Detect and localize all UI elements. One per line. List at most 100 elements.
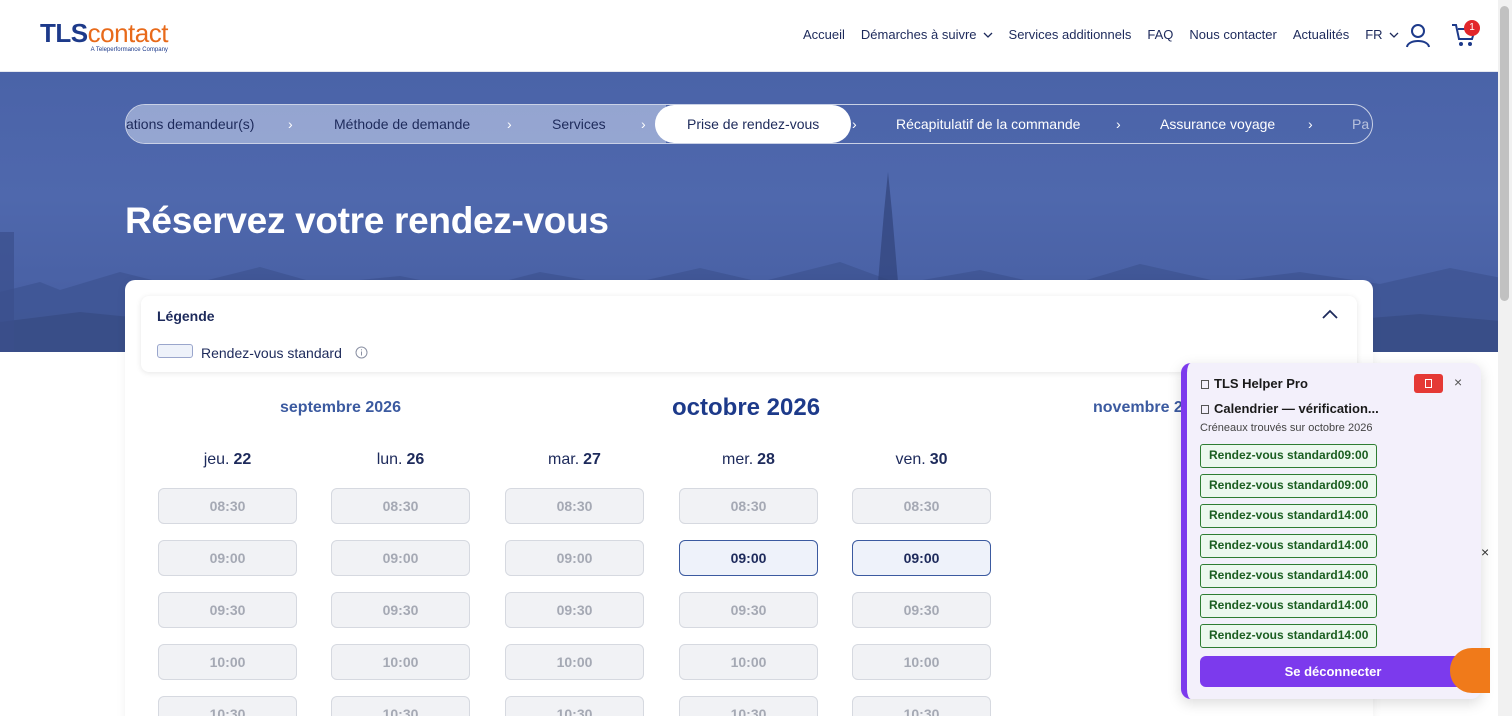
day-name: ven. xyxy=(895,451,926,468)
nav-nous-contacter[interactable]: Nous contacter xyxy=(1189,27,1276,42)
square-icon xyxy=(1425,379,1432,388)
step-prise-rendez-vous[interactable]: Prise de rendez-vous xyxy=(655,105,852,143)
time-slot-unavailable[interactable]: 08:30 xyxy=(852,488,991,524)
time-slot-unavailable[interactable]: 10:00 xyxy=(505,644,644,680)
helper-status: Calendrier — vérification... xyxy=(1201,401,1379,416)
time-slot-available[interactable]: 09:00 xyxy=(679,540,818,576)
time-slot-unavailable[interactable]: 09:00 xyxy=(331,540,470,576)
nav-services-additionnels[interactable]: Services additionnels xyxy=(1009,27,1132,42)
helper-slot-item[interactable]: Rendez-vous standard09:00 xyxy=(1200,474,1378,498)
day-name: mar. xyxy=(548,451,580,468)
day-column-header: jeu. 22 xyxy=(158,451,297,469)
nav-demarches[interactable]: Démarches à suivre xyxy=(861,27,993,42)
nav-faq[interactable]: FAQ xyxy=(1147,27,1173,42)
nav-actualites[interactable]: Actualités xyxy=(1293,27,1349,42)
next-month-link[interactable]: novembre 2 xyxy=(1093,399,1183,417)
time-slot-unavailable[interactable]: 10:30 xyxy=(679,696,818,716)
time-slot-unavailable[interactable]: 08:30 xyxy=(505,488,644,524)
prev-month-link[interactable]: septembre 2026 xyxy=(280,399,401,417)
day-name: lun. xyxy=(376,451,403,468)
time-slot-unavailable[interactable]: 10:00 xyxy=(331,644,470,680)
day-number: 27 xyxy=(583,451,601,468)
time-slot-available[interactable]: 09:00 xyxy=(852,540,991,576)
chat-button[interactable] xyxy=(1450,648,1490,693)
time-slot-unavailable[interactable]: 10:00 xyxy=(852,644,991,680)
time-slot-unavailable[interactable]: 09:00 xyxy=(158,540,297,576)
time-slot-unavailable[interactable]: 09:00 xyxy=(505,540,644,576)
step-arrow-4: › xyxy=(852,116,857,132)
helper-title-text: TLS Helper Pro xyxy=(1214,376,1308,391)
scrollbar-thumb[interactable] xyxy=(1500,6,1509,301)
step-methode[interactable]: Méthode de demande xyxy=(334,105,470,143)
time-slot-unavailable[interactable]: 09:30 xyxy=(158,592,297,628)
cart-count-badge: 1 xyxy=(1464,20,1480,36)
day-number: 30 xyxy=(929,451,948,468)
time-slot-unavailable[interactable]: 09:30 xyxy=(852,592,991,628)
stop-button[interactable] xyxy=(1414,374,1443,393)
tls-helper-panel: TLS Helper Pro × Calendrier — vérificati… xyxy=(1181,363,1481,699)
chevron-down-icon xyxy=(1389,32,1399,38)
time-slot-unavailable[interactable]: 09:30 xyxy=(505,592,644,628)
day-column-header: mer. 28 xyxy=(679,451,818,469)
legend-standard-label: Rendez-vous standard xyxy=(201,345,342,361)
day-column-header: mar. 27 xyxy=(505,451,644,469)
time-slot-unavailable[interactable]: 08:30 xyxy=(679,488,818,524)
step-paiement[interactable]: Pa xyxy=(1352,105,1369,143)
step-services[interactable]: Services xyxy=(552,105,606,143)
step-applicants[interactable]: ations demandeur(s) xyxy=(126,105,254,143)
helper-slot-item[interactable]: Rendez-vous standard14:00 xyxy=(1200,564,1378,588)
square-icon xyxy=(1201,405,1209,414)
step-arrow-5: › xyxy=(1116,116,1121,132)
logo-tls-text: TLS xyxy=(40,18,88,48)
logo-contact-text: contact xyxy=(87,18,169,48)
time-slot-unavailable[interactable]: 09:30 xyxy=(679,592,818,628)
day-name: jeu. xyxy=(203,451,230,468)
time-slot-unavailable[interactable]: 10:00 xyxy=(679,644,818,680)
nav-demarches-label: Démarches à suivre xyxy=(860,27,977,42)
legend-title: Légende xyxy=(157,308,215,324)
user-account-icon[interactable] xyxy=(1405,22,1431,48)
language-selector[interactable]: FR xyxy=(1365,27,1399,42)
nav-accueil[interactable]: Accueil xyxy=(803,27,845,42)
booking-stepper: ations demandeur(s) › Méthode de demande… xyxy=(125,104,1373,144)
helper-slot-item[interactable]: Rendez-vous standard14:00 xyxy=(1200,594,1378,618)
close-icon[interactable]: × xyxy=(1454,374,1462,390)
time-slot-unavailable[interactable]: 10:30 xyxy=(158,696,297,716)
time-slot-unavailable[interactable]: 08:30 xyxy=(331,488,470,524)
time-slot-unavailable[interactable]: 09:30 xyxy=(331,592,470,628)
time-slot-unavailable[interactable]: 08:30 xyxy=(158,488,297,524)
day-name: mer. xyxy=(722,451,754,468)
site-header: TLScontact A Teleperformance Company Acc… xyxy=(0,0,1512,72)
main-nav: Accueil Démarches à suivre Services addi… xyxy=(803,27,1415,42)
legend-panel: Légende Rendez-vous standard xyxy=(141,296,1357,372)
helper-slot-item[interactable]: Rendez-vous standard14:00 xyxy=(1200,624,1378,648)
tlscontact-logo[interactable]: TLScontact A Teleperformance Company xyxy=(40,20,168,53)
logout-button[interactable]: Se déconnecter xyxy=(1200,656,1466,687)
time-slot-unavailable[interactable]: 10:30 xyxy=(505,696,644,716)
day-number: 22 xyxy=(233,451,252,468)
day-number: 28 xyxy=(757,451,775,468)
time-slot-unavailable[interactable]: 10:00 xyxy=(158,644,297,680)
helper-title: TLS Helper Pro xyxy=(1201,376,1308,391)
day-column-header: ven. 30 xyxy=(852,451,991,469)
chevron-down-icon xyxy=(983,32,992,38)
helper-slot-item[interactable]: Rendez-vous standard09:00 xyxy=(1200,444,1378,468)
helper-subtitle: Créneaux trouvés sur octobre 2026 xyxy=(1200,422,1373,434)
time-slot-unavailable[interactable]: 10:30 xyxy=(852,696,991,716)
step-recapitulatif[interactable]: Récapitulatif de la commande xyxy=(896,105,1080,143)
time-slot-unavailable[interactable]: 10:30 xyxy=(331,696,470,716)
current-month: octobre 2026 xyxy=(672,394,821,421)
square-icon xyxy=(1201,380,1209,389)
step-arrow-2: › xyxy=(507,116,512,132)
chevron-up-icon[interactable] xyxy=(1321,306,1339,324)
language-label: FR xyxy=(1365,27,1383,42)
close-icon[interactable]: × xyxy=(1481,544,1489,560)
info-icon[interactable] xyxy=(355,346,368,359)
helper-slot-item[interactable]: Rendez-vous standard14:00 xyxy=(1200,534,1378,558)
helper-status-text: Calendrier — vérification... xyxy=(1214,401,1379,416)
page-scrollbar[interactable] xyxy=(1498,0,1512,716)
day-column-header: lun. 26 xyxy=(331,451,470,469)
step-assurance[interactable]: Assurance voyage xyxy=(1160,105,1275,143)
helper-slot-item[interactable]: Rendez-vous standard14:00 xyxy=(1200,504,1378,528)
page-title: Réservez votre rendez-vous xyxy=(125,200,609,241)
